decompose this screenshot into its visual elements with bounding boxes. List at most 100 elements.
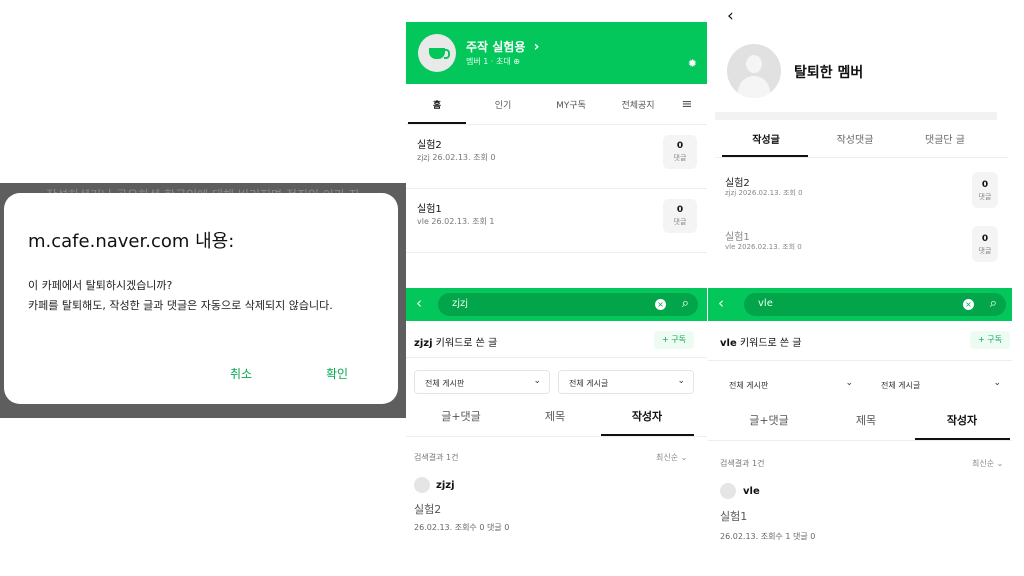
gear-icon[interactable]: ✹ [688, 57, 697, 70]
member-name: 탈퇴한 멤버 [794, 65, 864, 81]
tab-my-posts[interactable]: 작성글 [724, 131, 808, 146]
result-count: 검색결과 1건 [414, 453, 459, 462]
board-dropdown[interactable]: 전체 게시판 ⌄ [718, 372, 862, 396]
cafe-name-link[interactable]: 주작 실험용 › [466, 38, 539, 55]
back-icon[interactable]: ‹ [727, 6, 734, 26]
chevron-down-icon: ⌄ [677, 376, 685, 386]
result-count: 검색결과 1건 [720, 459, 765, 468]
tab-title[interactable]: 제목 [516, 408, 594, 424]
post-title: 실험1 [417, 204, 442, 215]
sort-dropdown[interactable]: 최신순 ⌄ [656, 452, 687, 463]
post-item[interactable]: 실험1 vle 26.02.13. 조회 1 0 댓글 [406, 189, 707, 253]
comment-count-box[interactable]: 0 댓글 [972, 226, 998, 262]
post-meta: vle 26.02.13. 조회 1 [417, 217, 495, 226]
result-meta: 26.02.13. 조회수 0 댓글 0 [414, 523, 510, 532]
cafe-logo[interactable] [418, 34, 456, 72]
post-item[interactable]: 실험1 vle 2026.02.13. 조회 0 0 댓글 [715, 222, 1008, 276]
board-dropdown-value: 전체 게시판 [425, 379, 465, 388]
comment-label: 댓글 [673, 154, 687, 162]
dialog-message-line1: 이 카페에서 탈퇴하시겠습니까? [28, 279, 173, 292]
tab-popular[interactable]: 인기 [468, 98, 538, 111]
back-icon[interactable]: ‹ [416, 294, 422, 312]
board-dropdown[interactable]: 전체 게시판 ⌄ [414, 370, 550, 394]
avatar [727, 44, 781, 98]
post-type-dropdown[interactable]: 전체 게시글 ⌄ [870, 372, 1010, 396]
tab-title[interactable]: 제목 [826, 412, 906, 428]
search-header: ‹ vle × ⌕ [708, 288, 1012, 321]
keyword-suffix: 키워드로 쓴 글 [736, 338, 802, 349]
tab-author[interactable]: 작성자 [916, 412, 1008, 428]
confirm-dialog: m.cafe.naver.com 내용: 이 카페에서 탈퇴하시겠습니까? 카페… [4, 193, 398, 404]
sort-dropdown[interactable]: 최신순 ⌄ [972, 458, 1003, 469]
comment-label: 댓글 [978, 247, 992, 255]
avatar [720, 483, 736, 499]
tab-posts-comments[interactable]: 글+댓글 [406, 408, 516, 424]
chevron-right-icon: › [533, 39, 540, 55]
chevron-down-icon: ⌄ [533, 376, 541, 386]
search-header: ‹ zjzj × ⌕ [406, 288, 707, 321]
post-title: 실험2 [725, 178, 750, 189]
result-title[interactable]: 실험1 [720, 508, 747, 524]
tab-posts-comments[interactable]: 글+댓글 [714, 412, 824, 428]
tab-commented-posts[interactable]: 댓글단 글 [902, 131, 988, 146]
post-meta: zjzj 2026.02.13. 조회 0 [725, 189, 803, 197]
confirm-button[interactable]: 확인 [326, 365, 348, 382]
avatar [414, 477, 430, 493]
avatar-head [746, 55, 762, 73]
result-title[interactable]: 실험2 [414, 501, 441, 517]
search-query: zjzj [452, 298, 469, 309]
keyword-heading: zjzj 키워드로 쓴 글 [414, 334, 497, 349]
menu-icon[interactable]: ≡ [672, 97, 702, 112]
result-author[interactable]: vle [743, 486, 760, 497]
search-input[interactable]: vle × ⌕ [744, 293, 1006, 316]
coffee-cup-icon [429, 47, 450, 59]
search-icon[interactable]: ⌕ [990, 296, 997, 311]
comment-count-box[interactable]: 0 댓글 [972, 172, 998, 208]
result-author[interactable]: zjzj [436, 480, 455, 491]
search-icon[interactable]: ⌕ [682, 296, 689, 311]
invite-icon[interactable]: ⊕ [513, 57, 520, 66]
comment-count: 0 [676, 141, 684, 151]
tab-my-subscription[interactable]: MY구독 [538, 98, 604, 111]
post-meta: vle 2026.02.13. 조회 0 [725, 243, 802, 251]
section-divider [715, 112, 997, 120]
post-title: 실험2 [417, 140, 442, 151]
cafe-name: 주작 실험용 [466, 40, 526, 54]
keyword-suffix: 키워드로 쓴 글 [432, 338, 498, 349]
post-type-dropdown-value: 전체 게시글 [881, 381, 921, 390]
subscribe-button[interactable]: + 구독 [970, 331, 1010, 349]
divider [708, 360, 1012, 361]
cancel-button[interactable]: 취소 [230, 365, 252, 382]
cafe-header: 주작 실험용 › 멤버 1 · 초대 ⊕ ✹ [406, 22, 707, 84]
chevron-down-icon: ⌄ [845, 378, 853, 388]
post-title: 실험1 [725, 232, 750, 243]
cafe-member-count: 멤버 1 · 초대 [466, 57, 511, 66]
divider [406, 436, 707, 437]
tab-author[interactable]: 작성자 [604, 408, 690, 424]
post-type-dropdown-value: 전체 게시글 [569, 379, 609, 388]
clear-icon[interactable]: × [963, 299, 974, 310]
divider [406, 357, 707, 358]
post-type-dropdown[interactable]: 전체 게시글 ⌄ [558, 370, 694, 394]
comment-count: 0 [981, 234, 989, 244]
tab-home[interactable]: 홈 [406, 98, 468, 111]
dialog-title: m.cafe.naver.com 내용: [28, 231, 235, 252]
comment-label: 댓글 [673, 218, 687, 226]
comment-count-box[interactable]: 0 댓글 [663, 199, 697, 233]
subscribe-button[interactable]: + 구독 [654, 331, 694, 349]
search-input[interactable]: zjzj × ⌕ [438, 293, 698, 316]
board-dropdown-value: 전체 게시판 [729, 381, 769, 390]
tab-notice[interactable]: 전체공지 [604, 98, 672, 111]
dialog-backdrop: 작성하셨거나 공유하셨 한국인에 대해 버리지면 정진인 이라 자 m.cafe… [0, 183, 406, 418]
post-item[interactable]: 실험2 zjzj 2026.02.13. 조회 0 0 댓글 [715, 168, 1008, 222]
dialog-message-line2: 카페를 탈퇴해도, 작성한 글과 댓글은 자동으로 삭제되지 않습니다. [28, 299, 333, 312]
comment-count-box[interactable]: 0 댓글 [663, 135, 697, 169]
back-icon[interactable]: ‹ [718, 294, 724, 312]
clear-icon[interactable]: × [655, 299, 666, 310]
keyword: vle [720, 338, 737, 349]
post-item[interactable]: 실험2 zjzj 26.02.13. 조회 0 0 댓글 [406, 125, 707, 189]
keyword-heading: vle 키워드로 쓴 글 [720, 334, 801, 349]
tab-my-comments[interactable]: 작성댓글 [812, 131, 898, 146]
cafe-tabs: 홈 인기 MY구독 전체공지 ≡ [406, 96, 707, 112]
divider [708, 440, 1012, 441]
